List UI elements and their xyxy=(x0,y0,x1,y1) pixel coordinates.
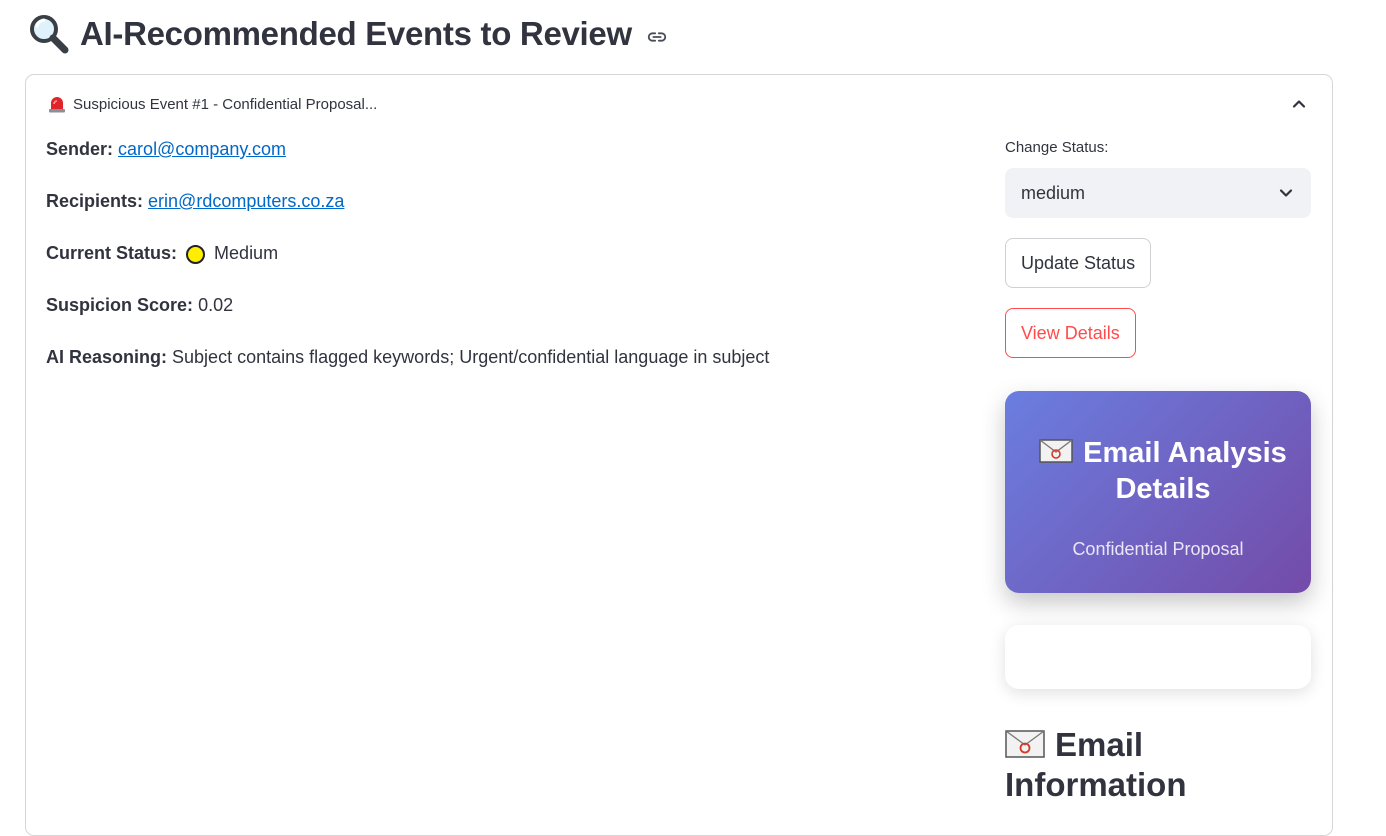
status-select-value: medium xyxy=(1021,182,1086,203)
recipients-field: Recipients: erin@rdcomputers.co.za xyxy=(46,189,344,213)
analysis-card-title: Email Analysis Details xyxy=(1035,435,1291,507)
reasoning-label: AI Reasoning: xyxy=(46,347,168,367)
recipients-label: Recipients: xyxy=(46,191,144,211)
status-circle-icon xyxy=(186,245,206,264)
recipients-link[interactable]: erin@rdcomputers.co.za xyxy=(148,191,344,211)
sender-label: Sender: xyxy=(46,139,114,159)
score-value: 0.02 xyxy=(198,295,234,315)
magnifier-icon xyxy=(28,13,70,55)
chevron-up-icon[interactable] xyxy=(1290,95,1308,113)
update-status-button[interactable]: Update Status xyxy=(1005,238,1152,288)
empty-card xyxy=(1005,625,1311,689)
change-status-label: Change Status: xyxy=(1005,139,1109,156)
status-field: Current Status: Medium xyxy=(46,241,278,265)
score-label: Suspicion Score: xyxy=(46,295,194,315)
page-title: AI-Recommended Events to Review xyxy=(28,12,668,56)
status-label: Current Status: xyxy=(46,243,178,263)
event-expander: Suspicious Event #1 - Confidential Propo… xyxy=(25,74,1333,836)
envelope-icon xyxy=(1039,436,1073,463)
envelope-icon xyxy=(1005,727,1045,758)
siren-icon xyxy=(47,95,67,113)
sender-field: Sender: carol@company.com xyxy=(46,137,286,161)
link-icon[interactable] xyxy=(646,26,668,48)
email-analysis-card: Email Analysis Details Confidential Prop… xyxy=(1005,391,1311,593)
score-field: Suspicion Score: 0.02 xyxy=(46,293,233,317)
status-select[interactable]: medium xyxy=(1005,168,1311,218)
view-details-button[interactable]: View Details xyxy=(1005,308,1136,358)
analysis-card-subtitle: Confidential Proposal xyxy=(1072,539,1244,559)
email-information-heading: Email Information xyxy=(1005,725,1311,805)
reasoning-value: Subject contains flagged keywords; Urgen… xyxy=(172,347,770,367)
sender-link[interactable]: carol@company.com xyxy=(118,139,286,159)
analysis-card-title-text: Email Analysis Details xyxy=(1083,437,1287,505)
chevron-down-icon xyxy=(1277,184,1295,202)
page-title-text: AI-Recommended Events to Review xyxy=(80,15,632,52)
event-expander-header[interactable]: Suspicious Event #1 - Confidential Propo… xyxy=(26,75,1332,133)
reasoning-field: AI Reasoning: Subject contains flagged k… xyxy=(46,345,769,369)
status-value: Medium xyxy=(214,243,279,263)
event-expander-title: Suspicious Event #1 - Confidential Propo… xyxy=(73,95,378,113)
